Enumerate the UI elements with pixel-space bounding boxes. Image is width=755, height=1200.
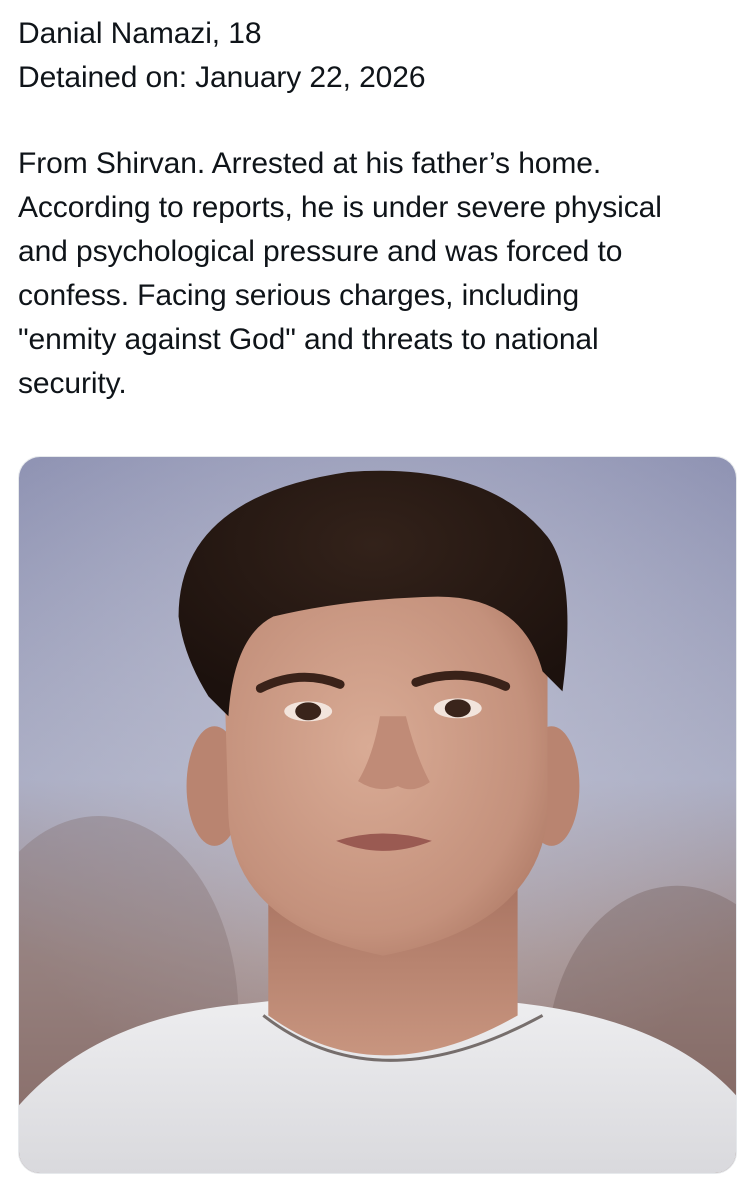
post-body-line: According to reports, he is under severe… — [18, 191, 662, 224]
post-body-line: "enmity against God" and threats to nati… — [18, 323, 599, 356]
post-body-line: security. — [18, 367, 127, 400]
post-body-line: and psychological pressure and was force… — [18, 235, 623, 268]
portrait-photo — [19, 457, 736, 1173]
post-body-line: From Shirvan. Arrested at his father’s h… — [18, 147, 602, 180]
post: Danial Namazi, 18 Detained on: January 2… — [0, 0, 755, 1200]
post-detained-line: Detained on: January 22, 2026 — [18, 61, 426, 94]
post-text: Danial Namazi, 18 Detained on: January 2… — [18, 12, 743, 406]
post-name-line: Danial Namazi, 18 — [18, 17, 262, 50]
post-body-line: confess. Facing serious charges, includi… — [18, 279, 580, 312]
post-photo[interactable] — [18, 456, 737, 1174]
